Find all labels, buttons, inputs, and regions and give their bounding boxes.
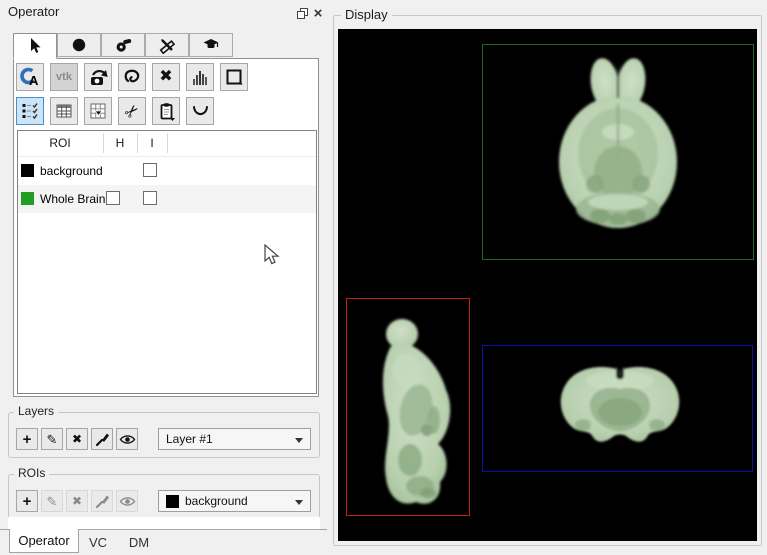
layer-visibility-button[interactable] [116,428,138,450]
snapshot-button[interactable] [84,63,112,91]
table-icon [56,104,72,118]
tab-education-tool[interactable] [189,33,233,57]
axial-brain-image [559,58,677,228]
chevron-down-icon [295,500,303,505]
h-checkbox[interactable] [106,191,120,205]
vtk-label: vtk [56,71,72,83]
scissors-icon: ✂ [120,99,144,123]
add-layer-button[interactable]: + [16,428,38,450]
header-separator [103,133,104,153]
tab-utilities-tool[interactable] [145,33,189,57]
paste-button[interactable] [152,97,180,125]
tab-pointer-tool[interactable] [13,33,57,59]
checklist-icon [22,103,38,120]
application-window: Operator × A vtk ✖ ✂ ROI H I background … [0,0,767,555]
layer-select-value: Layer #1 [166,432,213,446]
vtk-export-button: vtk [50,63,78,91]
delete-icon: ✖ [71,432,83,446]
delete-icon: ✖ [71,494,83,508]
i-checkbox[interactable] [143,191,157,205]
pencil-icon: ✎ [46,493,58,509]
roi-color-swatch [21,192,34,205]
delete-roi-button[interactable]: ✖ [152,63,180,91]
header-separator [137,133,138,153]
eye-icon [119,496,135,506]
coronal-brain-image [560,365,680,442]
bottom-tab-vc[interactable]: VC [79,530,117,554]
whistle-icon [116,39,132,52]
eye-icon [119,434,135,444]
sagittal-brain-image [383,319,451,504]
tools-icon [159,39,176,54]
edit-roi-button: ✎ [41,490,63,512]
roi-select-value: background [185,494,248,508]
chevron-down-icon [295,438,303,443]
graduation-cap-icon [203,39,219,48]
layer-select[interactable]: Layer #1 [158,428,311,450]
plus-icon: + [22,430,32,448]
bottom-tab-operator[interactable]: Operator [9,529,79,553]
lasso-button[interactable] [118,63,146,91]
tab-sphere-tool[interactable] [57,33,101,57]
histogram-button[interactable] [186,63,214,91]
roi-row-background[interactable]: background [18,157,316,185]
bottom-tab-dm[interactable]: DM [117,530,161,554]
display-group-title: Display [341,7,392,22]
plus-icon: + [22,492,32,510]
paint-layer-button[interactable] [91,428,113,450]
delete-layer-button[interactable]: ✖ [66,428,88,450]
roi-select-swatch [166,494,179,508]
mouse-cursor [264,244,280,265]
float-icon [296,7,308,19]
close-icon: × [313,4,323,22]
roi-color-swatch [21,164,34,177]
rectangle-select-button[interactable] [220,63,248,91]
h-column-header[interactable]: H [103,133,137,153]
lasso-icon [124,69,140,83]
delete-roi-small-button: ✖ [66,490,88,512]
bottom-tab-label: VC [88,534,108,550]
paint-roi-button [91,490,113,512]
dock-title: Operator [8,4,60,19]
roi-row-whole-brain[interactable]: Whole Brain [18,185,316,213]
cut-button[interactable]: ✂ [118,97,146,125]
edit-layer-button[interactable]: ✎ [41,428,63,450]
i-column-header[interactable]: I [137,133,167,153]
sphere-icon [72,38,86,52]
dock-bottom-strip [8,517,320,529]
histogram-icon [193,71,207,85]
curve-icon [192,105,208,115]
header-separator [167,133,168,153]
layers-group-title: Layers [14,404,59,418]
float-window-button[interactable] [294,5,310,21]
roi-name: Whole Brain [40,192,106,206]
table-export-icon [90,103,106,119]
bottom-tab-label: DM [128,534,150,550]
rois-group-title: ROIs [14,466,50,480]
svg-text:A: A [29,73,39,88]
atlas-button[interactable]: A [16,63,44,91]
table-export-button[interactable] [84,97,112,125]
bottom-tab-label: Operator [18,533,70,548]
delete-icon: ✖ [159,68,173,85]
pointer-icon [31,38,41,53]
rectangle-select-icon [226,69,242,85]
atlas-a-icon: A [20,67,39,88]
brush-icon [95,433,109,447]
close-dock-button[interactable]: × [310,4,326,22]
roi-visibility-button [116,490,138,512]
tab-whistle-tool[interactable] [101,33,145,57]
add-roi-button[interactable]: + [16,490,38,512]
curve-tool-button[interactable] [186,97,214,125]
roi-select[interactable]: background [158,490,311,512]
i-checkbox[interactable] [143,163,157,177]
clipboard-icon [160,102,175,121]
pencil-icon: ✎ [46,431,58,447]
brush-icon [95,495,109,509]
roi-checklist-button[interactable] [16,97,44,125]
table-view-button[interactable] [50,97,78,125]
snapshot-icon [90,69,108,85]
roi-name: background [40,164,103,178]
roi-column-header[interactable]: ROI [17,133,103,153]
